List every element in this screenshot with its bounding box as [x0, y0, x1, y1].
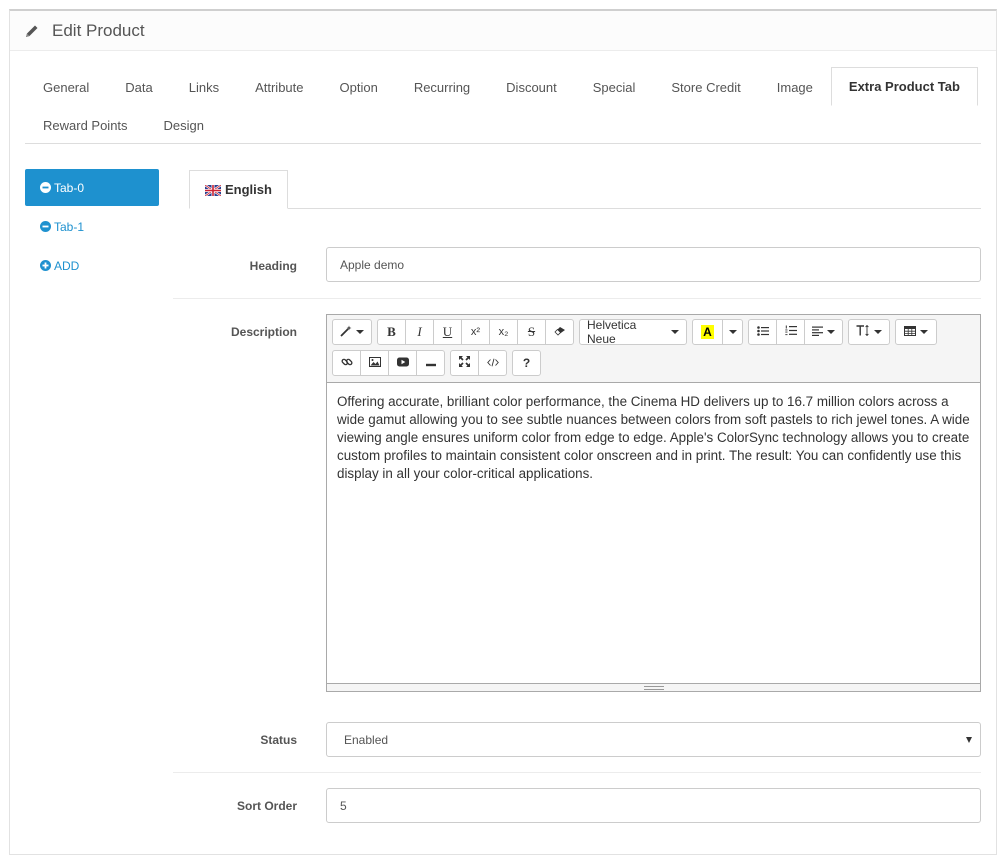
- strikethrough-button[interactable]: S: [517, 319, 546, 345]
- tab-image[interactable]: Image: [759, 67, 831, 106]
- tab-links[interactable]: Links: [171, 67, 237, 106]
- text-color-button[interactable]: A: [692, 319, 723, 345]
- heading-label: Heading: [249, 259, 297, 273]
- subscript-icon: x₂: [498, 326, 509, 338]
- code-icon: [486, 356, 499, 370]
- font-family-value: Helvetica Neue: [587, 318, 637, 346]
- minus-circle-icon[interactable]: [40, 182, 51, 193]
- language-tabs: English: [189, 170, 981, 209]
- tab-general[interactable]: General: [25, 67, 107, 106]
- bold-button[interactable]: B: [377, 319, 406, 345]
- chevron-down-icon: [920, 330, 928, 334]
- edit-product-panel: Edit Product General Data Links Attribut…: [9, 9, 997, 855]
- chevron-down-icon: [728, 330, 737, 334]
- insert-link-button[interactable]: [332, 350, 361, 376]
- product-tabs: General Data Links Attribute Option Recu…: [25, 67, 981, 144]
- tab-data[interactable]: Data: [107, 67, 170, 106]
- pill-add[interactable]: ADD: [25, 247, 159, 284]
- tab-extra-product-tab[interactable]: Extra Product Tab: [830, 67, 978, 106]
- plus-circle-icon: [40, 260, 51, 271]
- form-divider: [173, 298, 981, 299]
- fullscreen-button[interactable]: [450, 350, 479, 376]
- underline-button[interactable]: U: [433, 319, 462, 345]
- pencil-icon: [24, 23, 40, 39]
- align-left-icon: [812, 325, 823, 339]
- list-ul-icon: [756, 325, 769, 339]
- tab-attribute[interactable]: Attribute: [237, 67, 321, 106]
- line-height-dropdown[interactable]: [848, 319, 890, 345]
- youtube-play-icon: [396, 356, 409, 370]
- pill-tab-0[interactable]: Tab-0: [25, 169, 159, 206]
- magic-wand-icon: [340, 325, 352, 340]
- superscript-button[interactable]: x²: [461, 319, 490, 345]
- paragraph-align-dropdown[interactable]: [804, 319, 843, 345]
- chevron-down-icon: [874, 330, 882, 334]
- tab-design[interactable]: Design: [146, 105, 222, 144]
- style-dropdown-button[interactable]: [332, 319, 372, 345]
- image-icon: [368, 356, 381, 370]
- panel-heading: Edit Product: [10, 11, 996, 51]
- heading-input[interactable]: Apple demo: [326, 247, 981, 282]
- unordered-list-button[interactable]: [748, 319, 777, 345]
- tab-language-english[interactable]: English: [189, 170, 288, 209]
- extra-tab-pills: Tab-0 Tab-1 ADD: [25, 169, 159, 286]
- insert-video-button[interactable]: [388, 350, 417, 376]
- underline-icon: U: [442, 324, 453, 339]
- grip-icon: [643, 685, 664, 690]
- text-height-icon: [856, 324, 870, 339]
- text-color-dropdown-button[interactable]: [722, 319, 743, 345]
- link-icon: [341, 356, 353, 371]
- sort-order-label: Sort Order: [236, 799, 297, 813]
- code-view-button[interactable]: [478, 350, 507, 376]
- eraser-icon: [553, 325, 566, 339]
- list-ol-icon: [784, 325, 797, 339]
- tab-special[interactable]: Special: [575, 67, 654, 106]
- status-value: Enabled: [344, 732, 389, 747]
- status-label: Status: [260, 733, 297, 747]
- tab-discount[interactable]: Discount: [488, 67, 575, 106]
- insert-hr-button[interactable]: [416, 350, 445, 376]
- pill-label: ADD: [54, 258, 80, 273]
- status-select[interactable]: Enabled: [326, 722, 981, 757]
- table-icon: [904, 325, 916, 339]
- description-label: Description: [230, 325, 297, 339]
- help-button[interactable]: ?: [512, 350, 541, 376]
- description-content[interactable]: Offering accurate, brilliant color perfo…: [327, 383, 980, 681]
- question-icon: ?: [522, 356, 531, 370]
- clear-format-button[interactable]: [545, 319, 574, 345]
- sort-order-input[interactable]: 5: [326, 788, 981, 823]
- chevron-down-icon: [827, 330, 835, 334]
- uk-flag-icon: [204, 184, 222, 197]
- form-divider: [173, 772, 981, 773]
- tab-option[interactable]: Option: [322, 67, 396, 106]
- tab-recurring[interactable]: Recurring: [396, 67, 488, 106]
- tab-store-credit[interactable]: Store Credit: [653, 67, 758, 106]
- chevron-down-icon: [671, 330, 679, 334]
- italic-icon: I: [417, 324, 422, 339]
- strikethrough-icon: S: [527, 324, 536, 339]
- minus-icon: [425, 356, 436, 370]
- insert-image-button[interactable]: [360, 350, 389, 376]
- editor-resize-handle[interactable]: [327, 683, 980, 691]
- chevron-down-icon: [356, 330, 364, 334]
- arrows-alt-icon: [459, 356, 470, 370]
- font-color-icon: A: [701, 325, 714, 339]
- table-dropdown[interactable]: [895, 319, 937, 345]
- tab-reward-points[interactable]: Reward Points: [25, 105, 146, 144]
- subscript-button[interactable]: x₂: [489, 319, 518, 345]
- superscript-icon: x²: [470, 326, 481, 338]
- italic-button[interactable]: I: [405, 319, 434, 345]
- chevron-down-icon: [966, 736, 972, 743]
- language-label: English: [225, 182, 272, 197]
- editor-toolbar: B I U x² x₂ S Helvetica Neue A ?: [327, 315, 980, 383]
- page-title: Edit Product: [52, 20, 145, 40]
- bold-icon: B: [387, 324, 396, 339]
- minus-circle-icon[interactable]: [40, 221, 51, 232]
- pill-label: Tab-0: [54, 180, 85, 195]
- pill-tab-1[interactable]: Tab-1: [25, 208, 159, 245]
- ordered-list-button[interactable]: [776, 319, 805, 345]
- pill-label: Tab-1: [54, 219, 85, 234]
- font-family-dropdown[interactable]: Helvetica Neue: [579, 318, 687, 346]
- description-editor: B I U x² x₂ S Helvetica Neue A ? Offerin…: [326, 314, 981, 692]
